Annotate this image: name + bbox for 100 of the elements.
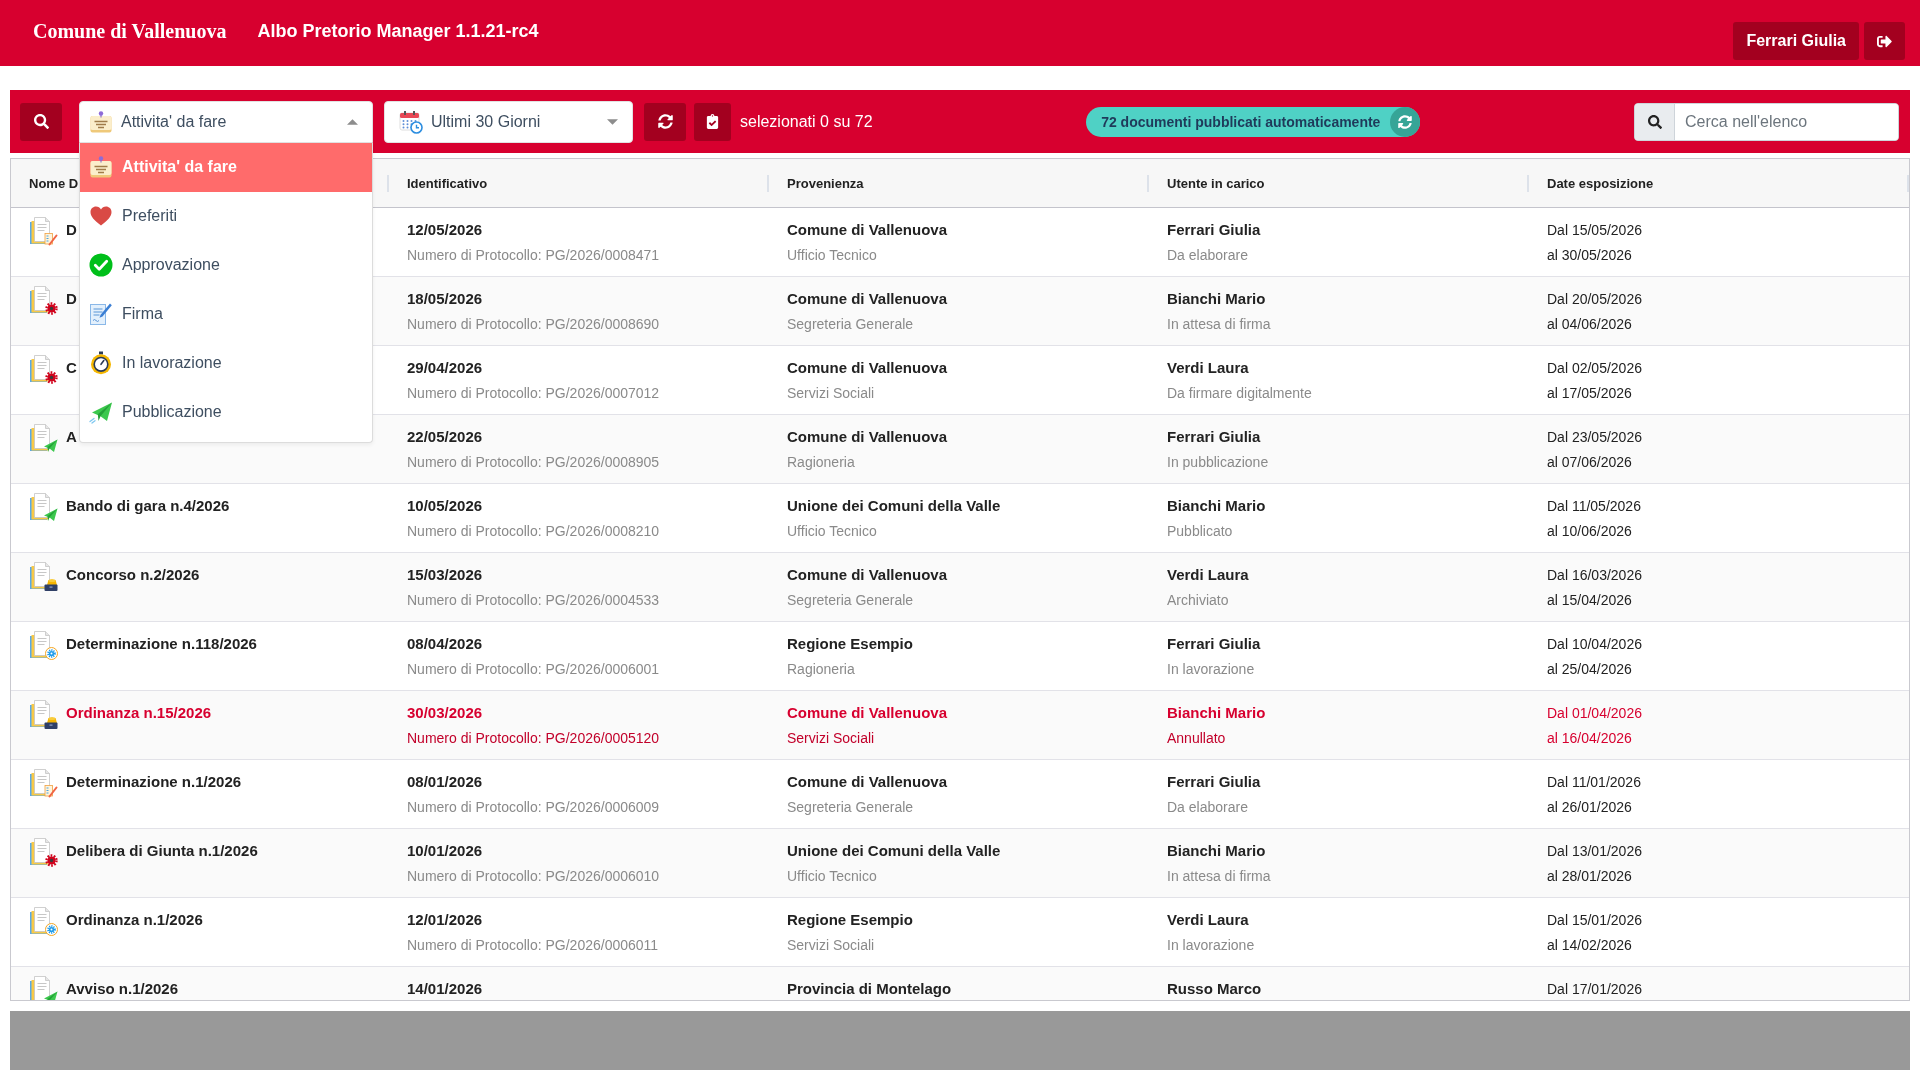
activity-select[interactable]: Attivita' da fare bbox=[79, 100, 373, 143]
office-name: Ragioneria bbox=[787, 454, 855, 471]
logout-button[interactable] bbox=[1864, 22, 1905, 60]
exposure-end-date: al 26/01/2026 bbox=[1547, 799, 1632, 816]
table-row[interactable]: Concorso n.2/2026 15/03/2026 Numero di Protocollo: PG/2026/0004533 Comune di Vallenuova Segreteria Generale Verdi Laura Archiviato Dal 16/03/2026 al 15/04/2026 bbox=[11, 553, 1909, 622]
refresh-icon bbox=[657, 114, 673, 129]
exposure-end-date: al 07/06/2026 bbox=[1547, 454, 1632, 471]
assigned-user: Bianchi Mario bbox=[1167, 290, 1266, 308]
office-name: Segreteria Generale bbox=[787, 592, 914, 609]
assigned-user: Bianchi Mario bbox=[1167, 842, 1266, 860]
status-text: In lavorazione bbox=[1167, 661, 1255, 678]
status-text: In lavorazione bbox=[1167, 937, 1255, 954]
protocol-number: Numero di Protocollo: PG/2026/0008471 bbox=[407, 247, 660, 264]
document-gear-icon bbox=[28, 837, 58, 867]
origin-entity: Unione dei Comuni della Valle bbox=[787, 842, 1001, 860]
publication-date: 10/05/2026 bbox=[407, 497, 483, 515]
assigned-user: Verdi Laura bbox=[1167, 566, 1249, 584]
site-title: Comune di Vallenuova bbox=[33, 19, 227, 43]
status-text: Annullato bbox=[1167, 730, 1226, 747]
search-icon bbox=[1635, 103, 1675, 140]
assigned-user: Ferrari Giulia bbox=[1167, 773, 1261, 791]
publication-date: 08/04/2026 bbox=[407, 635, 483, 653]
publication-date: 12/01/2026 bbox=[407, 911, 483, 929]
publication-date: 10/01/2026 bbox=[407, 842, 483, 860]
exposure-end-date: al 10/06/2026 bbox=[1547, 523, 1632, 540]
office-name: Servizi Sociali bbox=[787, 385, 875, 402]
search-button[interactable] bbox=[20, 102, 62, 141]
document-name: Concorso n.2/2026 bbox=[66, 566, 200, 584]
auto-publish-button[interactable]: 72 documenti pubblicati automaticamente bbox=[1086, 106, 1421, 137]
exposure-start-date: Dal 17/01/2026 bbox=[1547, 980, 1642, 998]
office-name: Servizi Sociali bbox=[787, 730, 875, 747]
publication-date: 08/01/2026 bbox=[407, 773, 483, 791]
exposure-end-date: al 17/05/2026 bbox=[1547, 385, 1632, 402]
assigned-user: Ferrari Giulia bbox=[1167, 221, 1261, 239]
user-button[interactable]: Ferrari Giulia bbox=[1733, 22, 1859, 60]
origin-entity: Comune di Vallenuova bbox=[787, 221, 948, 239]
exposure-start-date: Dal 15/01/2026 bbox=[1547, 911, 1642, 929]
document-gear-icon bbox=[28, 354, 58, 384]
stopwatch-icon bbox=[89, 351, 113, 375]
document-name: Avviso n.1/2026 bbox=[66, 980, 178, 998]
protocol-number: Numero di Protocollo: PG/2026/0004533 bbox=[407, 592, 660, 609]
exposure-end-date: al 04/06/2026 bbox=[1547, 316, 1632, 333]
assigned-user: Ferrari Giulia bbox=[1167, 635, 1261, 653]
assigned-user: Verdi Laura bbox=[1167, 911, 1249, 929]
document-name: A bbox=[66, 428, 77, 446]
protocol-number: Numero di Protocollo: PG/2026/0005120 bbox=[407, 730, 660, 747]
document-name: D bbox=[66, 221, 77, 239]
paper-plane-icon bbox=[89, 400, 113, 424]
publication-date: 12/05/2026 bbox=[407, 221, 483, 239]
document-plane-icon bbox=[28, 423, 58, 453]
document-archive-icon bbox=[28, 561, 58, 591]
check-circle-icon bbox=[89, 253, 113, 277]
column-header: Date esposizione bbox=[1547, 175, 1654, 191]
status-text: In pubblicazione bbox=[1167, 454, 1269, 471]
table-row[interactable]: Delibera di Giunta n.1/2026 10/01/2026 Numero di Protocollo: PG/2026/0006010 Unione dei Comuni della Valle Ufficio Tecnico Bianchi Mario In attesa di firma Dal 13/01/2026 al 28/01/2026 bbox=[11, 829, 1909, 898]
document-name: Bando di gara n.4/2026 bbox=[66, 497, 230, 515]
office-name: Ragioneria bbox=[787, 661, 855, 678]
select-all-button[interactable] bbox=[694, 102, 731, 141]
exposure-start-date: Dal 20/05/2026 bbox=[1547, 290, 1642, 308]
protocol-number: Numero di Protocollo: PG/2026/0008690 bbox=[407, 316, 660, 333]
origin-entity: Comune di Vallenuova bbox=[787, 704, 948, 722]
publication-date: 14/01/2026 bbox=[407, 980, 483, 998]
column-header: Nome D bbox=[29, 175, 79, 191]
assigned-user: Bianchi Mario bbox=[1167, 497, 1266, 515]
table-row[interactable]: Ordinanza n.15/2026 30/03/2026 Numero di Protocollo: PG/2026/0005120 Comune di Vallenuova Servizi Sociali Bianchi Mario Annullato Dal 01/04/2026 al 16/04/2026 bbox=[11, 691, 1909, 760]
office-name: Servizi Sociali bbox=[787, 937, 875, 954]
signed-document-icon bbox=[89, 302, 113, 326]
origin-entity: Provincia di Montelago bbox=[787, 980, 952, 998]
status-text: Da elaborare bbox=[1167, 247, 1248, 264]
document-name: Ordinanza n.15/2026 bbox=[66, 704, 212, 722]
dropdown-option[interactable]: Firma bbox=[80, 289, 372, 339]
origin-entity: Comune di Vallenuova bbox=[787, 428, 948, 446]
document-gear-icon bbox=[28, 630, 58, 660]
publication-date: 18/05/2026 bbox=[407, 290, 483, 308]
protocol-number: Numero di Protocollo: PG/2026/0006011 bbox=[407, 937, 659, 954]
exposure-start-date: Dal 10/04/2026 bbox=[1547, 635, 1642, 653]
assigned-user: Verdi Laura bbox=[1167, 359, 1249, 377]
origin-entity: Comune di Vallenuova bbox=[787, 773, 948, 791]
exposure-start-date: Dal 13/01/2026 bbox=[1547, 842, 1642, 860]
document-name: Determinazione n.1/2026 bbox=[66, 773, 242, 791]
document-name: C bbox=[66, 359, 77, 377]
document-gear-icon bbox=[28, 285, 58, 315]
refresh-button[interactable] bbox=[644, 102, 686, 141]
column-header: Identificativo bbox=[407, 175, 488, 191]
status-text: Da elaborare bbox=[1167, 799, 1248, 816]
document-archive-icon bbox=[28, 699, 58, 729]
assigned-user: Bianchi Mario bbox=[1167, 704, 1266, 722]
protocol-number: Numero di Protocollo: PG/2026/0007012 bbox=[407, 385, 660, 402]
app-title: Albo Pretorio Manager 1.1.21-rc4 bbox=[257, 20, 539, 43]
document-gear-icon bbox=[28, 906, 58, 936]
document-name: Delibera di Giunta n.1/2026 bbox=[66, 842, 258, 860]
search-field[interactable]: Cerca nell'elenco bbox=[1634, 102, 1899, 141]
protocol-number: Numero di Protocollo: PG/2026/0006001 bbox=[407, 661, 660, 678]
refresh-icon bbox=[1390, 106, 1421, 137]
assigned-user: Ferrari Giulia bbox=[1167, 428, 1261, 446]
caret-up-icon bbox=[347, 118, 358, 125]
period-select[interactable]: Ultimi 30 Giorni bbox=[384, 100, 633, 143]
table-row[interactable]: Avviso n.1/2026 14/01/2026 Provincia di Montelago Russo Marco Dal 17/01/2026 bbox=[11, 967, 1909, 1000]
search-icon bbox=[33, 114, 49, 129]
office-name: Segreteria Generale bbox=[787, 316, 914, 333]
